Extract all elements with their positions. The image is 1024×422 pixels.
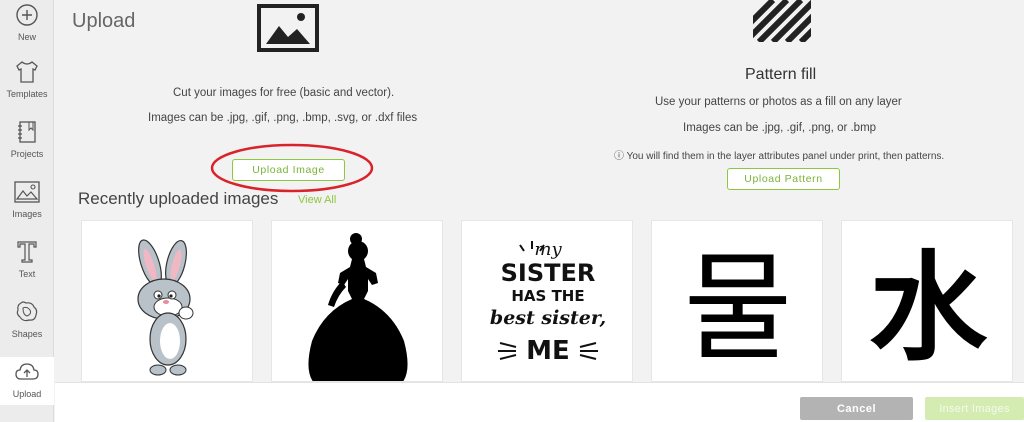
text-t-icon <box>14 239 40 265</box>
image-upload-icon <box>257 4 319 52</box>
sidebar-item-label: Shapes <box>11 329 43 339</box>
upload-panel: Upload Cut your images for free (basic a… <box>55 0 1024 422</box>
kanji-character-text: 水 <box>869 239 988 377</box>
sidebar-item-text[interactable]: Text <box>0 237 54 295</box>
thumbnail-sister-quote[interactable]: my SISTER HAS THE best sister, ME <box>461 220 633 382</box>
kanji-character-image: 水 <box>869 239 988 377</box>
upload-description: Cut your images for free (basic and vect… <box>173 87 395 99</box>
korean-character-image: 물 <box>684 239 793 377</box>
sidebar-item-projects[interactable]: Projects <box>0 117 54 175</box>
recent-uploads-title: Recently uploaded images <box>78 189 279 208</box>
sidebar-item-new[interactable]: New <box>0 0 54 58</box>
thumbnail-baby-bunny[interactable] <box>81 220 253 382</box>
sidebar-item-label: Upload <box>12 389 42 399</box>
left-sidebar: New Templates Projects Images Text Shape… <box>0 0 54 422</box>
cloud-upload-icon <box>14 359 40 385</box>
pattern-info-note: ⓘ You will find them in the layer attrib… <box>614 147 944 162</box>
page-title: Upload <box>72 10 136 32</box>
tshirt-icon <box>14 59 40 85</box>
sidebar-item-templates[interactable]: Templates <box>0 57 54 115</box>
pattern-fill-title: Pattern fill <box>745 66 817 83</box>
quote-line-me: ME <box>526 336 570 366</box>
cancel-button[interactable]: Cancel <box>800 397 913 420</box>
image-icon <box>14 179 40 205</box>
pattern-description: Use your patterns or photos as a fill on… <box>655 96 902 108</box>
view-all-link[interactable]: View All <box>298 194 336 206</box>
sidebar-item-label: New <box>17 32 36 42</box>
sidebar-item-label: Templates <box>6 89 48 99</box>
info-icon: ⓘ <box>614 151 624 162</box>
insert-images-button[interactable]: Insert Images <box>925 397 1024 420</box>
bunny-cartoon-image <box>137 239 194 376</box>
quote-line-sister: SISTER <box>501 259 596 287</box>
sister-quote-image: my SISTER HAS THE best sister, ME <box>490 239 606 366</box>
thumbnail-korean-character[interactable]: 물 <box>651 220 823 382</box>
quote-line-best-sister: best sister, <box>490 307 606 329</box>
thumbnail-princess[interactable] <box>271 220 443 382</box>
princess-silhouette-image <box>308 233 408 381</box>
pattern-file-types: Images can be .jpg, .gif, .png, or .bmp <box>683 122 877 134</box>
upload-image-button[interactable]: Upload Image <box>232 159 345 181</box>
pattern-info-text: You will find them in the layer attribut… <box>626 151 945 162</box>
sidebar-item-label: Images <box>12 209 42 219</box>
notebook-icon <box>14 119 40 145</box>
korean-character-text: 물 <box>684 239 793 377</box>
plus-circle-icon <box>14 2 40 28</box>
sidebar-item-images[interactable]: Images <box>0 177 54 235</box>
sidebar-item-label: Text <box>18 269 36 279</box>
quote-line-has-the: HAS THE <box>511 287 584 305</box>
sidebar-item-upload[interactable]: Upload <box>0 357 54 405</box>
quote-line-my: my <box>534 239 562 260</box>
thumbnail-kanji-character[interactable]: 水 <box>841 220 1013 382</box>
upload-file-types: Images can be .jpg, .gif, .png, .bmp, .s… <box>148 112 418 124</box>
footer-bar: Cancel Insert Images <box>55 382 1024 422</box>
pattern-stripes-icon <box>753 0 811 42</box>
sidebar-item-label: Projects <box>10 149 44 159</box>
shapes-icon <box>14 299 40 325</box>
upload-pattern-button[interactable]: Upload Pattern <box>727 168 840 190</box>
sidebar-item-shapes[interactable]: Shapes <box>0 297 54 355</box>
